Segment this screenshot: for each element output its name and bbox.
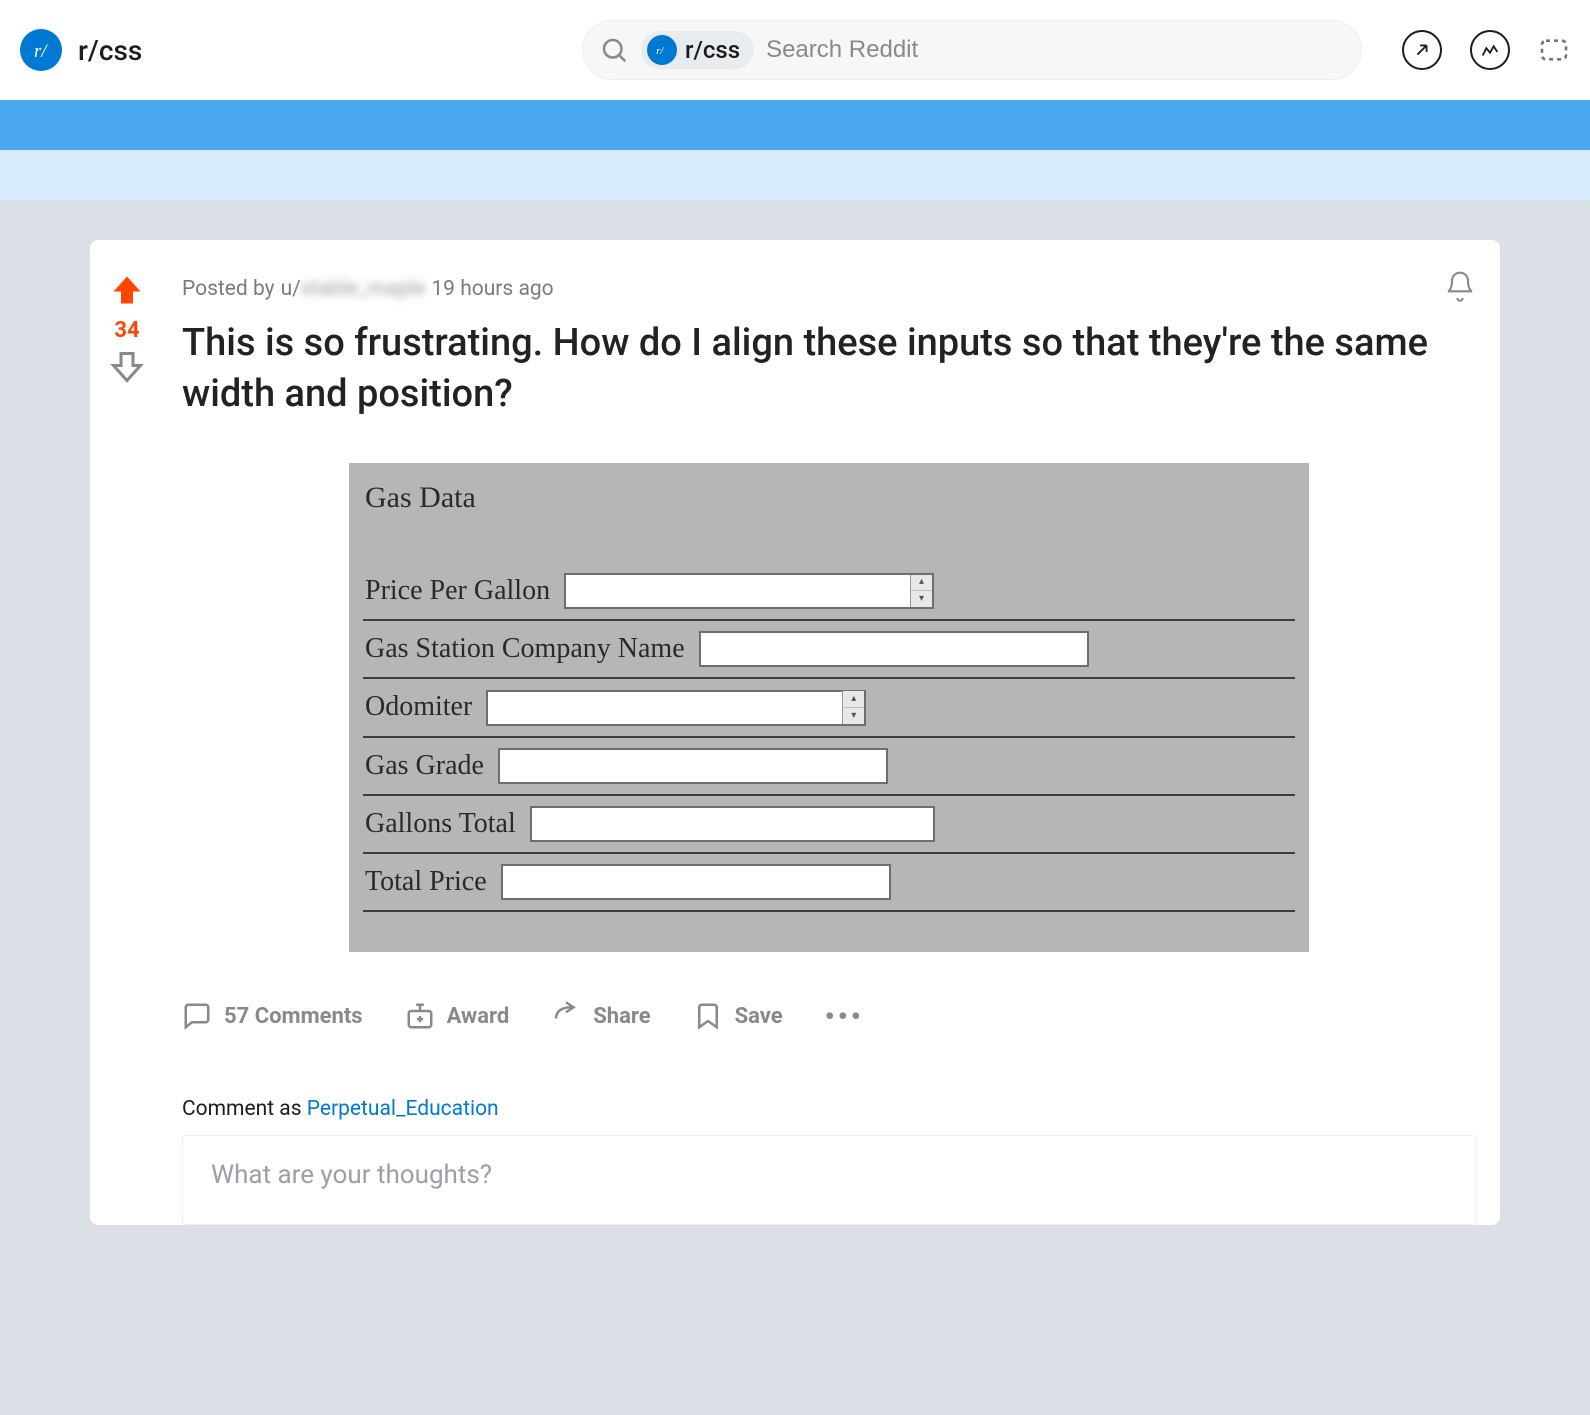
author-prefix[interactable]: u/: [281, 277, 301, 301]
current-user-link[interactable]: Perpetual_Education: [307, 1097, 499, 1121]
search-icon: [599, 35, 629, 65]
vote-column: 34: [90, 258, 164, 1225]
award-label: Award: [447, 1004, 510, 1029]
form-label: Gas Station Company Name: [365, 633, 685, 665]
top-bar: r/ r/css r/ r/css: [0, 0, 1590, 100]
form-input[interactable]: [486, 690, 866, 726]
bell-icon[interactable]: [1444, 270, 1476, 308]
form-input[interactable]: [501, 864, 891, 900]
post-action-bar: 57 Comments Award Share Save •••: [182, 976, 1476, 1073]
svg-text:r/: r/: [656, 45, 664, 57]
comments-button[interactable]: 57 Comments: [182, 1001, 363, 1031]
subreddit-mini-icon: r/: [647, 35, 677, 65]
post-card: 34 Posted by u/stable_maple 19 hours ago…: [90, 240, 1500, 1225]
search-input[interactable]: [766, 36, 1341, 64]
svg-text:r/: r/: [34, 41, 48, 62]
save-button[interactable]: Save: [693, 1001, 783, 1031]
form-input[interactable]: [564, 573, 934, 609]
subreddit-name[interactable]: r/css: [78, 34, 142, 67]
author-username[interactable]: stable_maple: [301, 277, 426, 301]
share-button[interactable]: Share: [551, 1001, 650, 1031]
share-label: Share: [593, 1004, 650, 1029]
banner-secondary: [0, 150, 1590, 200]
form-input[interactable]: [530, 806, 935, 842]
number-stepper[interactable]: ▴▾: [910, 575, 932, 608]
more-button[interactable]: •••: [825, 1000, 864, 1033]
form-row: Gas Grade: [363, 738, 1295, 796]
form-input[interactable]: [498, 748, 888, 784]
form-label: Gallons Total: [365, 808, 516, 840]
search-scope-pill[interactable]: r/ r/css: [641, 31, 754, 69]
form-heading: Gas Data: [365, 481, 1295, 515]
form-row: Odomiter ▴▾: [363, 679, 1295, 738]
form-label: Total Price: [365, 866, 487, 898]
post-image[interactable]: Gas Data Price Per Gallon ▴▾ Gas Station C…: [349, 463, 1309, 952]
post-time: 19 hours ago: [431, 277, 553, 301]
form-row: Gas Station Company Name: [363, 621, 1295, 679]
form-row: Gallons Total: [363, 796, 1295, 854]
banner-primary: [0, 100, 1590, 150]
downvote-button[interactable]: [109, 349, 145, 389]
form-row: Total Price: [363, 854, 1295, 912]
save-label: Save: [735, 1004, 783, 1029]
upvote-button[interactable]: [109, 272, 145, 312]
chat-icon[interactable]: [1538, 34, 1570, 66]
number-stepper[interactable]: ▴▾: [842, 691, 864, 724]
post-meta: Posted by u/stable_maple 19 hours ago: [182, 270, 1476, 308]
posted-by-label: Posted by: [182, 277, 275, 301]
comment-input[interactable]: What are your thoughts?: [182, 1135, 1476, 1225]
popular-icon[interactable]: [1402, 30, 1442, 70]
comment-placeholder: What are your thoughts?: [211, 1160, 492, 1190]
top-icons-group: [1402, 30, 1570, 70]
search-bar[interactable]: r/ r/css: [582, 20, 1362, 80]
comments-label: 57 Comments: [224, 1004, 363, 1029]
search-pill-label: r/css: [685, 36, 740, 64]
coins-icon[interactable]: [1470, 30, 1510, 70]
vote-score: 34: [114, 318, 139, 343]
form-label: Price Per Gallon: [365, 575, 550, 607]
award-button[interactable]: Award: [405, 1001, 510, 1031]
form-label: Odomiter: [365, 691, 472, 723]
form-label: Gas Grade: [365, 750, 484, 782]
form-input[interactable]: [699, 631, 1089, 667]
subreddit-icon[interactable]: r/: [20, 29, 62, 71]
comment-as-label: Comment as Perpetual_Education: [182, 1097, 1476, 1121]
form-row: Price Per Gallon ▴▾: [363, 563, 1295, 622]
post-title: This is so frustrating. How do I align t…: [182, 318, 1476, 421]
